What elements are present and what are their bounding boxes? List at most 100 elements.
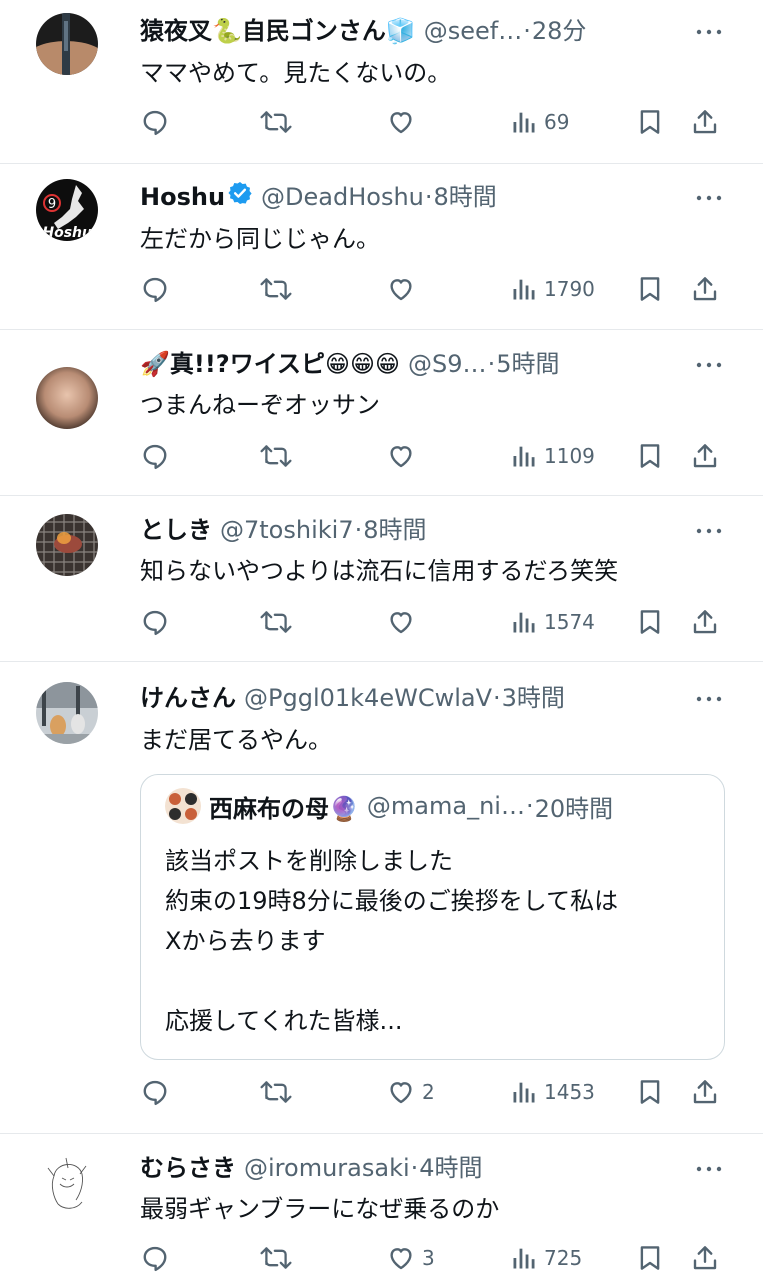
timestamp[interactable]: 5時間 bbox=[496, 347, 559, 381]
avatar[interactable] bbox=[36, 1154, 98, 1216]
views-button[interactable]: 1453 bbox=[510, 1072, 595, 1112]
views-count: 1453 bbox=[544, 1080, 595, 1104]
post-text: 左だから同じじゃん。 bbox=[140, 225, 380, 253]
display-name[interactable]: けんさん bbox=[140, 681, 236, 715]
post[interactable]: としき @7toshiki7 · 8時間 知らないやつよりは流石に信用するだろ笑… bbox=[0, 496, 763, 662]
reply-icon bbox=[140, 441, 170, 471]
action-bar: 1574 bbox=[140, 602, 730, 642]
user-handle[interactable]: @iromurasaki bbox=[244, 1151, 410, 1185]
share-button[interactable] bbox=[690, 1072, 720, 1112]
views-button[interactable]: 1574 bbox=[510, 602, 595, 642]
separator-dot: · bbox=[525, 792, 534, 820]
like-icon bbox=[386, 607, 416, 637]
reply-button[interactable] bbox=[140, 269, 176, 309]
timestamp[interactable]: 4時間 bbox=[419, 1151, 482, 1185]
more-icon[interactable] bbox=[695, 521, 723, 541]
avatar[interactable]: 9 Hoshu bbox=[36, 179, 98, 241]
user-handle[interactable]: @S9… bbox=[408, 347, 487, 381]
views-button[interactable]: 1109 bbox=[510, 436, 595, 476]
views-button[interactable]: 69 bbox=[510, 102, 569, 142]
post-header: 猿夜叉🐍自民ゴンさん🧊 @seef… · 28分 bbox=[140, 14, 663, 48]
views-icon bbox=[510, 1244, 538, 1272]
post[interactable]: 🚀真!!?ワイスピ😁😁😁 @S9… · 5時間 つまんねーぞオッサン 1109 bbox=[0, 330, 763, 496]
reply-button[interactable] bbox=[140, 102, 176, 142]
post-header: Hoshu @DeadHoshu · 8時間 bbox=[140, 180, 663, 214]
reply-button[interactable] bbox=[140, 1238, 176, 1278]
like-count: 3 bbox=[422, 1246, 435, 1270]
retweet-button[interactable] bbox=[258, 1072, 300, 1112]
timestamp[interactable]: 3時間 bbox=[502, 681, 565, 715]
bookmark-button[interactable] bbox=[635, 436, 665, 476]
post[interactable]: けんさん @Pggl01k4eWCwlaV · 3時間 まだ居てるやん。 西麻布… bbox=[0, 662, 763, 1134]
views-button[interactable]: 725 bbox=[510, 1238, 582, 1278]
display-name[interactable]: むらさき bbox=[140, 1151, 236, 1185]
retweet-button[interactable] bbox=[258, 102, 300, 142]
retweet-button[interactable] bbox=[258, 269, 300, 309]
action-bar: 2 1453 bbox=[140, 1072, 730, 1112]
timestamp[interactable]: 28分 bbox=[532, 14, 587, 48]
display-name[interactable]: としき bbox=[140, 513, 212, 547]
reply-icon bbox=[140, 107, 170, 137]
more-icon[interactable] bbox=[695, 22, 723, 42]
quoted-post[interactable]: 西麻布の母🔮 @mama_ni… · 20時間 該当ポストを削除しました 約束の… bbox=[140, 774, 725, 1060]
retweet-button[interactable] bbox=[258, 1238, 300, 1278]
separator-dot: · bbox=[487, 350, 496, 378]
bookmark-button[interactable] bbox=[635, 102, 665, 142]
quoted-timestamp[interactable]: 20時間 bbox=[535, 789, 614, 824]
display-name[interactable]: 猿夜叉🐍自民ゴンさん🧊 bbox=[140, 14, 416, 48]
share-icon bbox=[690, 607, 720, 637]
like-button[interactable] bbox=[386, 269, 422, 309]
post[interactable]: 9 Hoshu Hoshu @DeadHoshu · 8時間 左だから同じじゃん… bbox=[0, 164, 763, 330]
quoted-user-handle[interactable]: @mama_ni… bbox=[367, 792, 525, 820]
display-name[interactable]: 🚀真!!?ワイスピ😁😁😁 bbox=[140, 347, 400, 381]
more-icon[interactable] bbox=[695, 689, 723, 709]
user-handle[interactable]: @7toshiki7 bbox=[220, 513, 354, 547]
share-button[interactable] bbox=[690, 269, 720, 309]
like-button[interactable]: 3 bbox=[386, 1238, 435, 1278]
views-button[interactable]: 1790 bbox=[510, 269, 595, 309]
display-name[interactable]: Hoshu bbox=[140, 180, 225, 214]
views-count: 1790 bbox=[544, 277, 595, 301]
separator-dot: · bbox=[424, 183, 433, 211]
action-bar: 1109 bbox=[140, 436, 730, 476]
share-button[interactable] bbox=[690, 102, 720, 142]
like-button[interactable] bbox=[386, 436, 422, 476]
retweet-button[interactable] bbox=[258, 436, 300, 476]
user-handle[interactable]: @DeadHoshu bbox=[261, 180, 424, 214]
like-button[interactable] bbox=[386, 602, 422, 642]
like-button[interactable]: 2 bbox=[386, 1072, 435, 1112]
like-button[interactable] bbox=[386, 102, 422, 142]
share-icon bbox=[690, 274, 720, 304]
views-count: 725 bbox=[544, 1246, 583, 1270]
more-icon[interactable] bbox=[695, 355, 723, 375]
more-icon[interactable] bbox=[695, 188, 723, 208]
avatar[interactable] bbox=[36, 13, 98, 75]
share-button[interactable] bbox=[690, 436, 720, 476]
avatar[interactable] bbox=[36, 682, 98, 744]
post-text: まだ居てるやん。 bbox=[140, 726, 332, 754]
bookmark-button[interactable] bbox=[635, 1072, 665, 1112]
share-button[interactable] bbox=[690, 1238, 720, 1278]
bookmark-button[interactable] bbox=[635, 602, 665, 642]
quoted-display-name[interactable]: 西麻布の母🔮 bbox=[209, 789, 359, 824]
avatar[interactable] bbox=[36, 367, 98, 429]
timestamp[interactable]: 8時間 bbox=[363, 513, 426, 547]
bookmark-button[interactable] bbox=[635, 269, 665, 309]
separator-dot: · bbox=[523, 17, 531, 45]
user-handle[interactable]: @seef… bbox=[424, 14, 522, 48]
post-text: ママやめて。見たくないの。 bbox=[140, 59, 452, 87]
retweet-button[interactable] bbox=[258, 602, 300, 642]
user-handle[interactable]: @Pggl01k4eWCwlaV bbox=[244, 681, 492, 715]
avatar[interactable] bbox=[36, 514, 98, 576]
reply-button[interactable] bbox=[140, 602, 176, 642]
timestamp[interactable]: 8時間 bbox=[434, 180, 497, 214]
post[interactable]: むらさき @iromurasaki · 4時間 最弱ギャンブラーになぜ乗るのか … bbox=[0, 1134, 763, 1280]
share-button[interactable] bbox=[690, 602, 720, 642]
reply-button[interactable] bbox=[140, 436, 176, 476]
post[interactable]: 猿夜叉🐍自民ゴンさん🧊 @seef… · 28分 ママやめて。見たくないの。 6… bbox=[0, 0, 763, 164]
bookmark-button[interactable] bbox=[635, 1238, 665, 1278]
quoted-avatar[interactable] bbox=[165, 788, 201, 824]
views-count: 1109 bbox=[544, 444, 595, 468]
more-icon[interactable] bbox=[695, 1159, 723, 1179]
reply-button[interactable] bbox=[140, 1072, 176, 1112]
